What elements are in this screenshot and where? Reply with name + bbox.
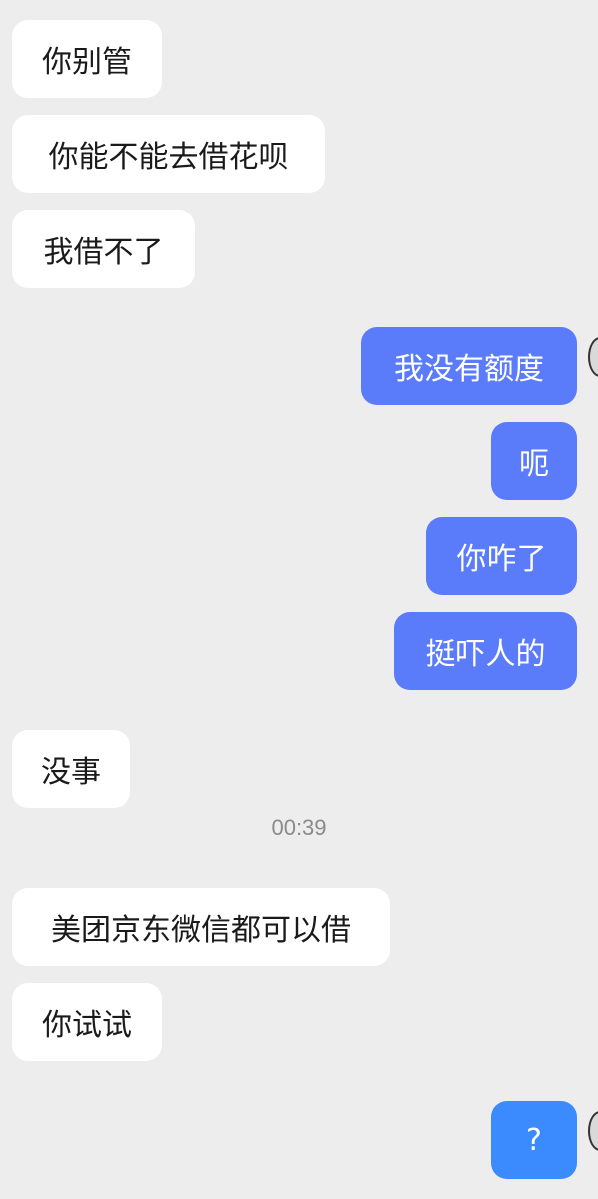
message-timestamp: 00:39: [271, 815, 327, 840]
message-text: 你试试: [42, 1008, 132, 1043]
message-text: 你能不能去借花呗: [48, 140, 289, 175]
message-bubble-incoming[interactable]: 没事: [12, 730, 130, 808]
message-text: 你咋了: [456, 542, 547, 577]
message-bubble-outgoing[interactable]: ?: [491, 1101, 577, 1179]
message-text: 美团京东微信都可以借: [51, 913, 351, 948]
message-bubble-incoming[interactable]: 你别管: [12, 20, 162, 98]
message-text: 挺吓人的: [425, 637, 546, 672]
message-text: 没事: [41, 755, 101, 790]
message-text: 我借不了: [43, 235, 164, 270]
message-bubble-incoming[interactable]: 你试试: [12, 983, 162, 1061]
message-bubble-incoming[interactable]: 我借不了: [12, 210, 195, 288]
message-bubble-outgoing[interactable]: 我没有额度: [361, 327, 577, 405]
message-bubble-incoming[interactable]: 你能不能去借花呗: [12, 115, 325, 193]
message-text: 你别管: [42, 45, 132, 80]
message-bubble-outgoing[interactable]: 你咋了: [426, 517, 577, 595]
avatar[interactable]: [588, 337, 598, 377]
message-bubble-outgoing[interactable]: 呃: [491, 422, 577, 500]
message-text: ?: [526, 1122, 542, 1158]
message-text: 我没有额度: [394, 352, 544, 387]
avatar[interactable]: [588, 1111, 598, 1151]
message-text: 呃: [519, 447, 549, 482]
message-bubble-outgoing[interactable]: 挺吓人的: [394, 612, 577, 690]
message-bubble-incoming[interactable]: 美团京东微信都可以借: [12, 888, 390, 966]
